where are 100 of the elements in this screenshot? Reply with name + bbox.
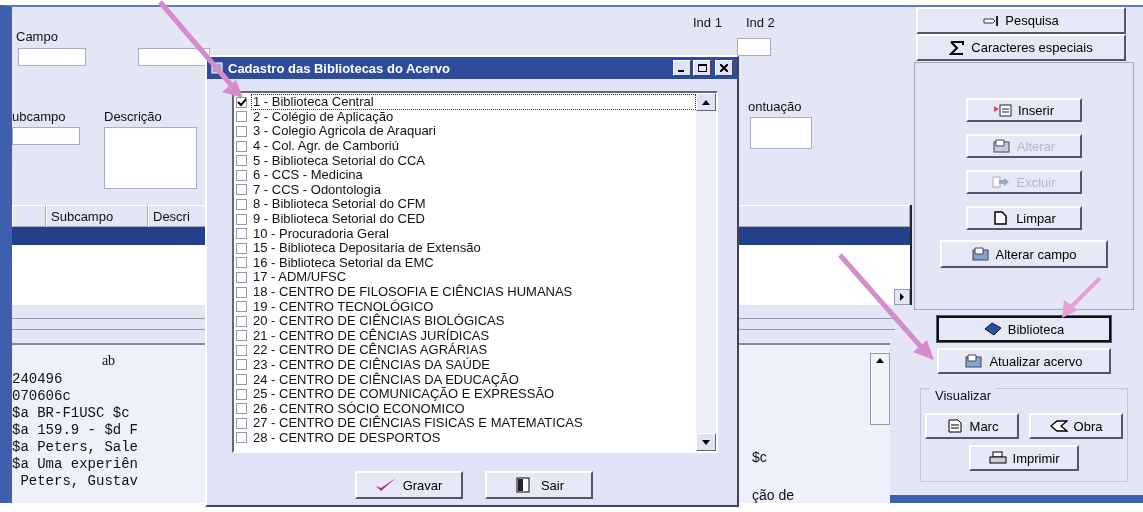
checkbox[interactable]	[236, 301, 247, 313]
record-line: 240496	[12, 371, 64, 388]
checkbox[interactable]	[236, 330, 247, 342]
list-item[interactable]: 17 - ADM/UFSC	[251, 269, 349, 286]
maximize-icon	[697, 64, 707, 72]
record-line: $a 159.9 - $d F	[12, 422, 140, 439]
list-item[interactable]: 4 - Col. Agr. de Camboriú	[251, 138, 401, 155]
column-header: ab	[100, 353, 117, 370]
checkbox[interactable]	[236, 388, 247, 400]
annotation-arrow	[1062, 276, 1102, 318]
minimize-button[interactable]	[673, 60, 691, 76]
maximize-button[interactable]	[693, 60, 711, 76]
scroll-right-button[interactable]	[894, 289, 910, 305]
list-item[interactable]: 10 - Procuradoria Geral	[251, 225, 391, 242]
scrollbar[interactable]	[870, 353, 890, 425]
field-label: ubcampo	[12, 109, 67, 124]
checkbox[interactable]	[236, 140, 247, 152]
scrollbar[interactable]	[696, 93, 716, 451]
checkbox[interactable]	[236, 111, 247, 123]
text-area[interactable]	[104, 127, 197, 189]
input-field[interactable]	[12, 127, 80, 145]
list-item[interactable]: 3 - Colegio Agricola de Araquari	[251, 123, 438, 140]
window-title: Cadastro das Bibliotecas do Acervo	[228, 60, 451, 76]
checkbox[interactable]	[236, 315, 247, 327]
field-label: Campo	[16, 29, 59, 44]
input-field[interactable]	[750, 117, 812, 149]
group-title: Visualizar	[931, 388, 996, 403]
record-line: $a Uma experiên	[12, 456, 140, 473]
list-item[interactable]: 1 - Biblioteca Central	[251, 94, 696, 111]
list-item[interactable]: 15 - Biblioteca Depositaria de Extensão	[251, 240, 483, 257]
checkbox[interactable]	[236, 403, 247, 415]
field-label: Ind 2	[745, 15, 775, 30]
record-line: ção de	[752, 487, 795, 503]
action-button[interactable]: Biblioteca	[937, 316, 1111, 342]
list-item[interactable]: 18 - CENTRO DE FILOSOFIA E CIÊNCIAS HUMANAS	[251, 284, 575, 300]
edit-document-icon	[965, 354, 984, 368]
view-button[interactable]: Marc	[925, 413, 1019, 439]
action-button[interactable]: Limpar	[966, 206, 1082, 230]
checkbox[interactable]	[236, 169, 247, 181]
record-line: $a Peters, Sale	[12, 439, 140, 456]
view-button[interactable]: Imprimir	[969, 445, 1079, 471]
action-button[interactable]: Alterar campo	[940, 240, 1108, 268]
list-item[interactable]: 27 - CENTRO DE CIÊNCIAS FISICAS E MATEMATICAS	[251, 415, 585, 432]
toolbar-button[interactable]: Pesquisa	[916, 7, 1126, 34]
list-item[interactable]: 2 - Colégio de Aplicação	[251, 108, 396, 125]
close-icon	[720, 64, 728, 72]
insert-icon	[993, 103, 1012, 117]
checkbox[interactable]	[236, 432, 247, 444]
triangle-down-icon	[702, 439, 710, 445]
action-button[interactable]: Inserir	[966, 98, 1082, 122]
checkbox[interactable]	[236, 344, 247, 356]
checkbox[interactable]	[236, 242, 247, 254]
edit-document-icon	[992, 139, 1011, 153]
record-line: Peters, Gustav	[19, 473, 140, 490]
column-header[interactable]	[12, 205, 46, 227]
triangle-up-icon	[876, 358, 884, 363]
record-line: $a BR-F1USC $c	[12, 405, 131, 422]
field-label: ontuação	[748, 99, 803, 114]
field-label: Descrição	[104, 109, 163, 124]
checkbox[interactable]	[236, 417, 247, 429]
checkbox[interactable]	[236, 271, 247, 283]
checkbox[interactable]	[236, 155, 247, 167]
list-item[interactable]: 28 - CENTRO DE DESPORTOS	[251, 429, 443, 446]
list-item[interactable]: 16 - Biblioteca Setorial da EMC	[251, 254, 436, 271]
checkbox[interactable]	[236, 184, 247, 196]
view-button[interactable]: Obra	[1029, 413, 1123, 439]
checkbox[interactable]	[236, 228, 247, 240]
close-button[interactable]	[715, 60, 733, 76]
sigma-icon	[949, 40, 966, 55]
checkbox[interactable]	[236, 96, 247, 108]
dialog-button[interactable]: Gravar	[354, 471, 463, 499]
toolbar-button[interactable]: Caracteres especiais	[916, 34, 1126, 61]
edit-document-icon	[971, 247, 990, 261]
checkbox[interactable]	[236, 359, 247, 371]
checkbox[interactable]	[236, 374, 247, 386]
list-item[interactable]: 23 - CENTRO DE CIÊNCIAS DA SAÚDE	[251, 357, 492, 373]
list-item[interactable]: 7 - CCS - Odontologia	[251, 181, 383, 198]
checkbox[interactable]	[236, 286, 247, 298]
list-item[interactable]: 24 - CENTRO DE CIÊNCIAS DA EDUCAÇÃO	[251, 371, 521, 388]
list-item[interactable]: 5 - Biblioteca Setorial do CCA	[251, 152, 427, 169]
checkbox[interactable]	[236, 257, 247, 269]
printer-icon	[988, 451, 1007, 465]
input-field[interactable]	[138, 48, 210, 66]
list-item[interactable]: 9 - Biblioteca Setorial do CED	[251, 211, 427, 228]
list-item[interactable]: 6 - CCS - Medicina	[251, 167, 365, 184]
action-button[interactable]: Atualizar acervo	[937, 348, 1111, 374]
checkbox[interactable]	[236, 213, 247, 225]
checkbox[interactable]	[236, 126, 247, 137]
field-label: Ind 1	[693, 15, 722, 30]
arrow-document-icon	[992, 175, 1011, 189]
triangle-right-icon	[899, 293, 905, 301]
dialog-button[interactable]: Sair	[484, 471, 593, 499]
record-line: $c	[752, 449, 768, 465]
list-item[interactable]: 8 - Biblioteca Setorial do CFM	[251, 196, 428, 213]
input-field[interactable]	[18, 48, 86, 66]
triangle-up-icon	[702, 99, 710, 105]
checkbox[interactable]	[236, 198, 247, 210]
input-field[interactable]	[737, 38, 771, 56]
column-header[interactable]: Subcampo	[46, 205, 148, 227]
window-icon	[211, 62, 223, 74]
